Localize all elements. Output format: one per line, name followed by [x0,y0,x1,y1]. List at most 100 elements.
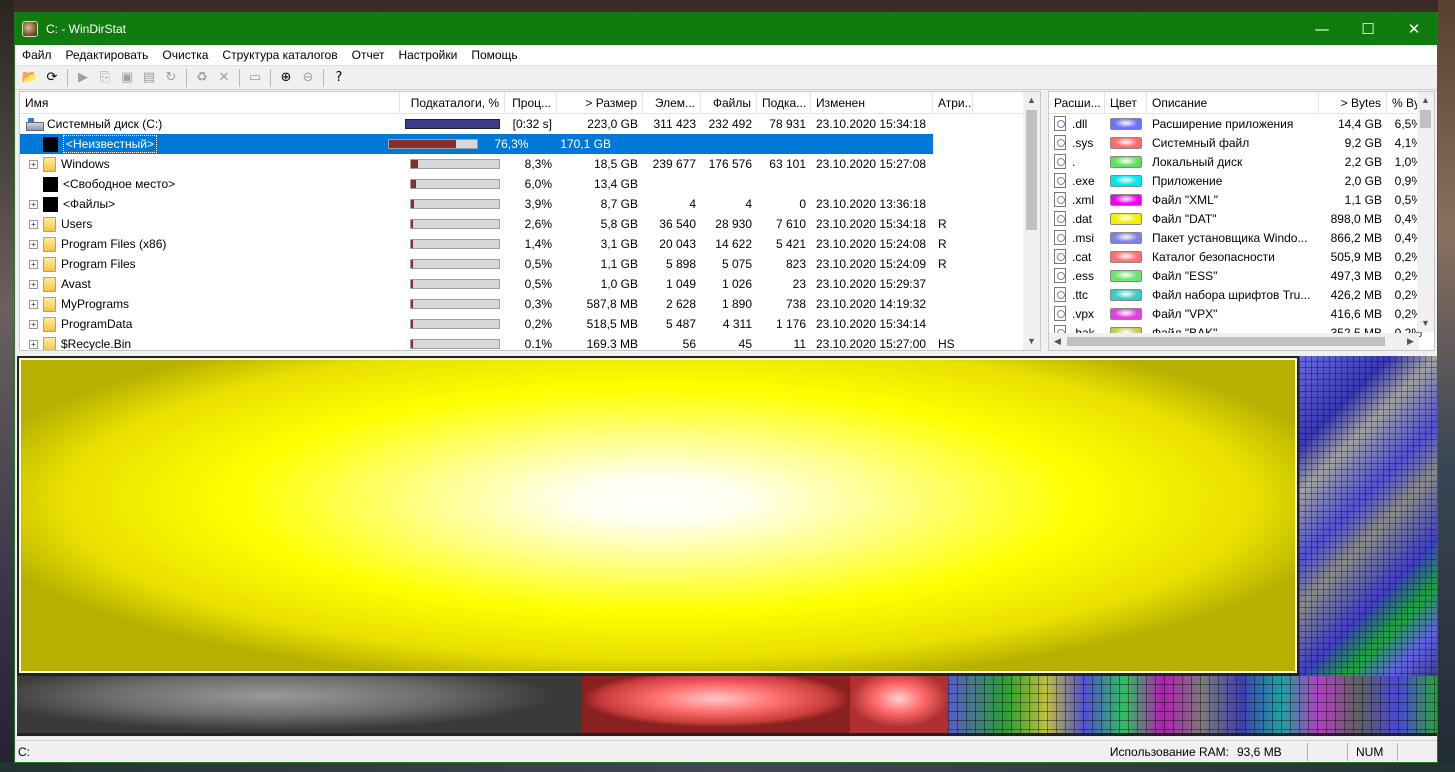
tree-row[interactable]: + Users 2,6% 5,8 GB 36 540 28 930 7 610 23.10.2… [20,214,1040,234]
menu-edit[interactable]: Редактировать [59,45,156,65]
scroll-down-icon[interactable]: ▼ [1023,333,1040,350]
ext-vertical-scrollbar[interactable]: ▲ ▼ [1417,92,1434,332]
tree-row[interactable]: <Свободное место> 6,0% 13,4 GB [20,174,1040,194]
minimize-button[interactable]: — [1299,13,1345,45]
scroll-left-icon[interactable]: ◀ [1049,333,1066,350]
expand-icon[interactable]: + [29,339,43,349]
extension-row[interactable]: .ess Файл "ESS" 497,3 MB 0,2% [1049,266,1434,285]
extension-row[interactable]: .dat Файл "DAT" 898,0 MB 0,4% [1049,209,1434,228]
tree-column-header[interactable]: Элем... [643,92,701,114]
menu-report[interactable]: Отчет [345,45,392,65]
plus-icon[interactable]: + [29,339,38,349]
expand-icon[interactable]: + [29,259,43,269]
tree-row[interactable]: + Program Files 0,5% 1,1 GB 5 898 5 075 823 23.… [20,254,1040,274]
tree-row[interactable]: + Avast 0,5% 1,0 GB 1 049 1 026 23 23.10.2020 1… [20,274,1040,294]
menu-treemap[interactable]: Структура каталогов [215,45,344,65]
plus-icon[interactable]: + [29,279,38,289]
tree-row[interactable]: + Program Files (x86) 1,4% 3,1 GB 20 043 14 6… [20,234,1040,254]
menu-help[interactable]: Помощь [464,45,524,65]
expand-icon[interactable]: + [29,239,43,249]
extension-row[interactable]: .vpx Файл "VPX" 416,6 MB 0,2% [1049,304,1434,323]
extension-column-header[interactable]: > Bytes [1319,92,1387,114]
tree-column-header[interactable]: Подкаталоги, % [400,92,505,114]
extension-row[interactable]: .xml Файл "XML" 1,1 GB 0,5% [1049,190,1434,209]
expand-icon[interactable]: + [29,199,43,209]
treemap-unknown-block[interactable] [19,358,1297,673]
title-bar[interactable]: C: - WinDirStat — ☐ ✕ [15,13,1437,45]
close-button[interactable]: ✕ [1391,13,1437,45]
plus-icon[interactable]: + [29,159,38,169]
tree-row[interactable]: + $Recycle.Bin 0.1% 169.3 MB 56 45 11 23.10.202… [20,334,1040,350]
ext-scroll-thumb[interactable] [1420,110,1431,128]
scroll-up-icon[interactable]: ▲ [1023,92,1040,109]
command-prompt-icon[interactable]: ▤ [138,68,160,88]
tree-row[interactable]: + ProgramData 0,2% 518,5 MB 5 487 4 311 1 176 2… [20,314,1040,334]
expand-icon[interactable]: + [29,299,43,309]
scroll-right-icon[interactable]: ▶ [1402,333,1419,350]
treemap-sys-block-small[interactable] [850,676,948,733]
tree-column-header[interactable]: Имя [20,92,400,114]
extension-row[interactable]: . Локальный диск 2,2 GB 1,0% [1049,152,1434,171]
treemap-sys-block[interactable] [582,676,850,733]
extension-row[interactable]: .sys Системный файл 9,2 GB 4,1% [1049,133,1434,152]
extension-column-header[interactable]: Описание [1147,92,1319,114]
tree-column-header[interactable]: Файлы [701,92,757,114]
expand-icon[interactable]: + [29,319,43,329]
extension-column-header[interactable]: Расши... [1049,92,1105,114]
recycle-icon[interactable]: ♻ [191,68,213,88]
tree-row[interactable]: + <Файлы> 3,9% 8,7 GB 4 4 0 23.10.2020 13:36:18 [20,194,1040,214]
extension-column-header[interactable]: Цвет [1105,92,1147,114]
treemap-free-space-block[interactable] [17,676,582,733]
open-folder-icon[interactable]: 📂 [19,68,41,88]
subtree-percent-bar [410,239,500,249]
maximize-button[interactable]: ☐ [1345,13,1391,45]
tree-row[interactable]: Системный диск (C:) [0:32 s] 223,0 GB 311 4… [20,114,1040,134]
plus-icon[interactable]: + [29,319,38,329]
tree-scroll-thumb[interactable] [1026,110,1037,230]
expand-icon[interactable]: + [29,159,43,169]
expand-icon[interactable]: + [29,279,43,289]
extension-row[interactable]: .cat Каталог безопасности 505,9 MB 0,2% [1049,247,1434,266]
plus-icon[interactable]: + [29,299,38,309]
treemap-mixed-files[interactable] [948,676,1437,733]
copy-path-icon[interactable]: ⎘ [94,68,116,88]
tree-column-header[interactable]: > Размер [557,92,643,114]
treemap[interactable] [17,356,1437,736]
extension-row[interactable]: .ttc Файл набора шрифтов Tru... 426,2 MB 0,… [1049,285,1434,304]
tree-column-header[interactable]: Изменен [811,92,933,114]
extension-row[interactable]: .msi Пакет установщика Windo... 866,2 MB 0,… [1049,228,1434,247]
windirstat-app-icon[interactable] [22,21,38,37]
menu-options[interactable]: Настройки [391,45,464,65]
zoom-in-icon[interactable]: ⊕ [275,68,297,88]
scroll-down-icon[interactable]: ▼ [1417,315,1434,332]
extension-row[interactable]: .dll Расширение приложения 14,4 GB 6,5% [1049,114,1434,133]
help-icon[interactable]: ? [328,68,350,88]
plus-icon[interactable]: + [29,199,38,209]
delete-icon[interactable]: ✕ [213,68,235,88]
tree-row[interactable]: <Неизвестный> 76,3% 170,1 GB [20,134,933,154]
plus-icon[interactable]: + [29,239,38,249]
tree-column-header[interactable]: Атри... [933,92,973,114]
tree-vertical-scrollbar[interactable]: ▲ ▼ [1023,92,1040,350]
tree-column-header[interactable]: Подка... [757,92,811,114]
refresh-icon[interactable]: ⟳ [41,68,63,88]
tree-row[interactable]: + Windows 8,3% 18,5 GB 239 677 176 576 63 101 2… [20,154,1040,174]
ext-hscroll-thumb[interactable] [1067,337,1385,346]
refresh-selected-icon[interactable]: ↻ [160,68,182,88]
ext-horizontal-scrollbar[interactable]: ◀ ▶ [1049,333,1419,350]
new-folder-icon[interactable]: ▭ [244,68,266,88]
menu-file[interactable]: Файл [15,45,59,65]
explorer-icon[interactable]: ▣ [116,68,138,88]
plus-icon[interactable]: + [29,219,38,229]
treemap-files-cluster[interactable] [1299,356,1437,676]
tree-row[interactable]: + MyPrograms 0,3% 587,8 MB 2 628 1 890 738 23.1… [20,294,1040,314]
tree-name-cell: <Неизвестный> [20,134,383,154]
extension-row[interactable]: .exe Приложение 2,0 GB 0,9% [1049,171,1434,190]
menu-cleanup[interactable]: Очистка [155,45,215,65]
play-icon[interactable]: ▶ [72,68,94,88]
scroll-up-icon[interactable]: ▲ [1417,92,1434,109]
zoom-out-icon[interactable]: ⊖ [297,68,319,88]
plus-icon[interactable]: + [29,259,38,269]
expand-icon[interactable]: + [29,219,43,229]
tree-column-header[interactable]: Проц... [505,92,557,114]
